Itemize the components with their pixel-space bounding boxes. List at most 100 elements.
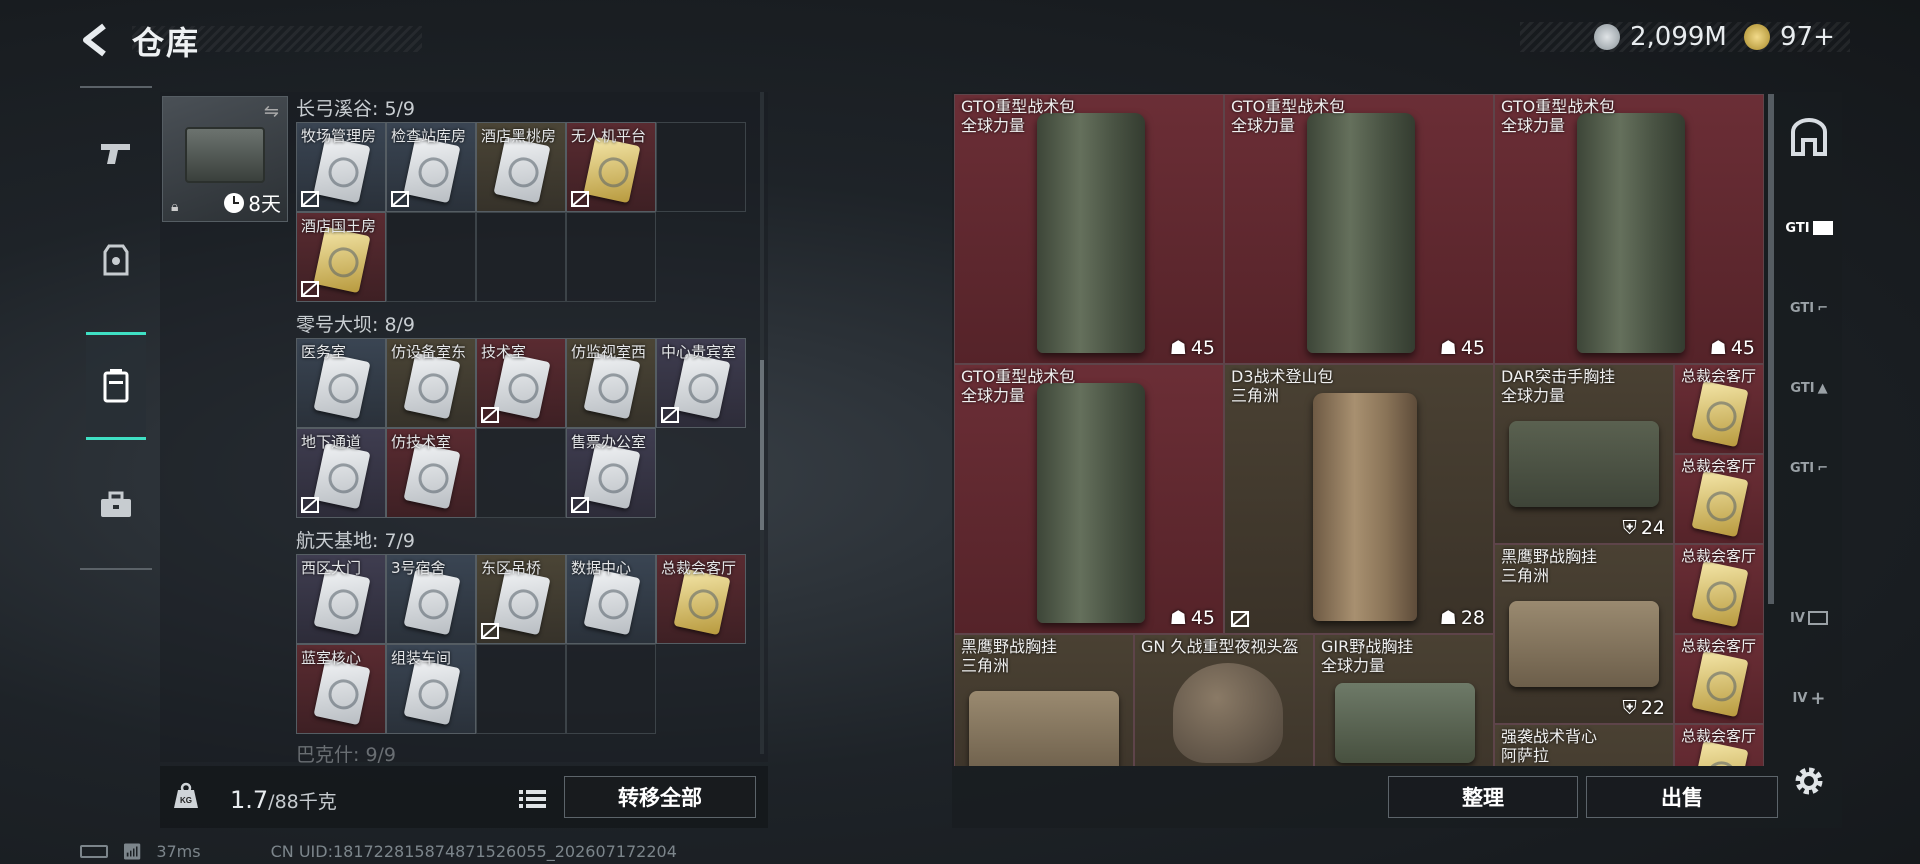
lock-icon: 🔒︎ <box>171 199 179 215</box>
case-tab[interactable] <box>86 332 146 440</box>
gun-icon: ⌐ <box>1817 460 1829 476</box>
item-name: 黑鹰野战胸挂 三角洲 <box>1501 547 1598 585</box>
no-trade-icon <box>1231 611 1249 627</box>
inventory-keycard[interactable]: 总裁会客厅 <box>1674 634 1764 724</box>
settings-gear-icon[interactable] <box>1790 762 1828 800</box>
keycard-image <box>403 568 461 636</box>
keycard-slot[interactable]: 地下通道 <box>296 428 386 518</box>
keycard-slot[interactable]: 售票办公室 <box>566 428 656 518</box>
keycard-label: 3号宿舍 <box>391 559 446 577</box>
backpack-image <box>1577 113 1685 353</box>
inventory-scrollbar[interactable] <box>1768 94 1774 604</box>
left-scroll-thumb[interactable] <box>760 360 764 530</box>
empty-slot[interactable] <box>476 212 566 302</box>
empty-slot[interactable] <box>476 428 566 518</box>
currency-premium[interactable]: 97+ <box>1744 22 1835 52</box>
category-rail <box>80 86 152 570</box>
empty-slot[interactable] <box>566 644 656 734</box>
sell-button[interactable]: 出售 <box>1586 776 1778 818</box>
no-trade-icon <box>301 191 319 207</box>
keycard-label: 牧场管理房 <box>301 127 377 145</box>
rail-item-gti[interactable]: GTI ▲ <box>1780 358 1838 418</box>
empty-slot[interactable] <box>566 212 656 302</box>
item-name: DAR突击手胸挂 全球力量 <box>1501 367 1616 405</box>
inventory-keycard[interactable]: 总裁会客厅 <box>1674 364 1764 454</box>
keycard-slot[interactable]: 检查站库房 <box>386 122 476 212</box>
keycard-case[interactable]: ⇋ 🔒︎ 8天 <box>162 96 288 222</box>
keycard-slot[interactable]: 中心贵宾室 <box>656 338 746 428</box>
coin-icon <box>1594 24 1620 50</box>
transfer-all-button[interactable]: 转移全部 <box>564 776 756 818</box>
inventory-item[interactable]: GTO重型战术包 全球力量 ☗ 45 <box>1494 94 1764 364</box>
no-trade-icon <box>301 497 319 513</box>
inventory-item[interactable]: GN 久战重型夜视头盔 <box>1134 634 1314 766</box>
inventory-item[interactable]: GIR野战胸挂 全球力量 <box>1314 634 1494 766</box>
keycard-slot[interactable]: 无人机平台 <box>566 122 656 212</box>
keycard-label: 地下通道 <box>301 433 362 451</box>
inventory-item[interactable]: D3战术登山包 三角洲 ☗ 28 <box>1224 364 1494 634</box>
keycard-label: 酒店黑桃房 <box>481 127 557 145</box>
list-icon[interactable] <box>516 784 550 814</box>
keycard-image <box>313 442 371 510</box>
helmet-small-icon: ☗ <box>1439 337 1457 359</box>
keycard-slot[interactable]: 总裁会客厅 <box>656 554 746 644</box>
organize-button[interactable]: 整理 <box>1388 776 1578 818</box>
inventory-item[interactable]: 黑鹰野战胸挂 三角洲 <box>954 634 1134 766</box>
back-arrow-icon[interactable] <box>78 22 114 58</box>
weight-readout: 1.7/88千克 <box>230 786 337 814</box>
keycard-slot[interactable]: 酒店黑桃房 <box>476 122 566 212</box>
ping-value: 37ms <box>156 842 201 861</box>
keycard-image <box>493 352 551 420</box>
keycard-slot[interactable]: 3号宿舍 <box>386 554 476 644</box>
empty-slot[interactable] <box>386 212 476 302</box>
keycard-slot[interactable]: 仿监视室西 <box>566 338 656 428</box>
keycard-slot[interactable]: 牧场管理房 <box>296 122 386 212</box>
rail-item-iv[interactable]: IV <box>1780 588 1838 648</box>
toolbox-tab[interactable] <box>86 470 146 540</box>
inventory-item[interactable]: GTO重型战术包 全球力量 ☗ 45 <box>954 94 1224 364</box>
rail-item-gti[interactable]: GTI ⌐ <box>1780 438 1838 498</box>
keycard-slot[interactable]: 东区吊桥 <box>476 554 566 644</box>
keycard-slot[interactable]: 仿设备室东 <box>386 338 476 428</box>
page-title: 仓库 <box>132 24 201 62</box>
keycard-label: 西区大门 <box>301 559 362 577</box>
region-grid: 医务室 仿设备室东 技术室 仿监视室西 中心贵宾室地下通道 仿技术室 售票办公室 <box>296 338 746 518</box>
swap-icon[interactable]: ⇋ <box>264 101 279 122</box>
vest-image <box>1509 421 1659 507</box>
toolbox-icon <box>101 491 131 517</box>
keycard-label: 售票办公室 <box>571 433 647 451</box>
vest-image <box>969 691 1119 766</box>
rail-item-gti-active[interactable]: GTI <box>1780 198 1838 258</box>
inventory-item[interactable]: GTO重型战术包 全球力量 ☗ 45 <box>954 364 1224 634</box>
currency-coins[interactable]: 2,099M <box>1594 22 1727 52</box>
armor-tab[interactable] <box>86 226 146 296</box>
currency-premium-value: 97+ <box>1780 22 1835 52</box>
inventory-keycard[interactable]: 总裁会客厅 <box>1674 454 1764 544</box>
rail-item-main[interactable] <box>1780 108 1838 168</box>
empty-slot[interactable] <box>476 644 566 734</box>
inventory-keycard[interactable]: 总裁会客厅 <box>1674 544 1764 634</box>
item-name: GIR野战胸挂 全球力量 <box>1321 637 1414 675</box>
rail-item-gti[interactable]: GTI ⌐ <box>1780 278 1838 338</box>
keycard-slot[interactable]: 西区大门 <box>296 554 386 644</box>
keycard-slot[interactable]: 蓝室核心 <box>296 644 386 734</box>
keycard-slot[interactable]: 医务室 <box>296 338 386 428</box>
keycard-slot[interactable]: 酒店国王房 <box>296 212 386 302</box>
keycard-slot[interactable]: 技术室 <box>476 338 566 428</box>
storage-icon <box>1791 118 1827 156</box>
inventory-keycard[interactable]: 总裁会客厅 <box>1674 724 1764 766</box>
rail-item-iv-add[interactable]: IV + <box>1780 668 1838 728</box>
inventory-item[interactable]: 强袭战术背心 阿萨拉 <box>1494 724 1674 766</box>
inventory-item[interactable]: 黑鹰野战胸挂 三角洲 ⛨ 22 <box>1494 544 1674 724</box>
keycard-slot[interactable]: 组装车间 <box>386 644 476 734</box>
keycard-slot[interactable]: 数据中心 <box>566 554 656 644</box>
region-title: 长弓溪谷: 5/9 <box>296 98 416 120</box>
empty-slot[interactable] <box>656 122 746 212</box>
inventory-item[interactable]: DAR突击手胸挂 全球力量 ⛨ 24 <box>1494 364 1674 544</box>
inventory-item[interactable]: GTO重型战术包 全球力量 ☗ 45 <box>1224 94 1494 364</box>
keycard-label: 医务室 <box>301 343 347 361</box>
battery-icon <box>80 845 108 858</box>
keycard-slot[interactable]: 仿技术室 <box>386 428 476 518</box>
weapons-tab[interactable] <box>86 118 146 188</box>
weight-icon: KG <box>174 782 198 808</box>
